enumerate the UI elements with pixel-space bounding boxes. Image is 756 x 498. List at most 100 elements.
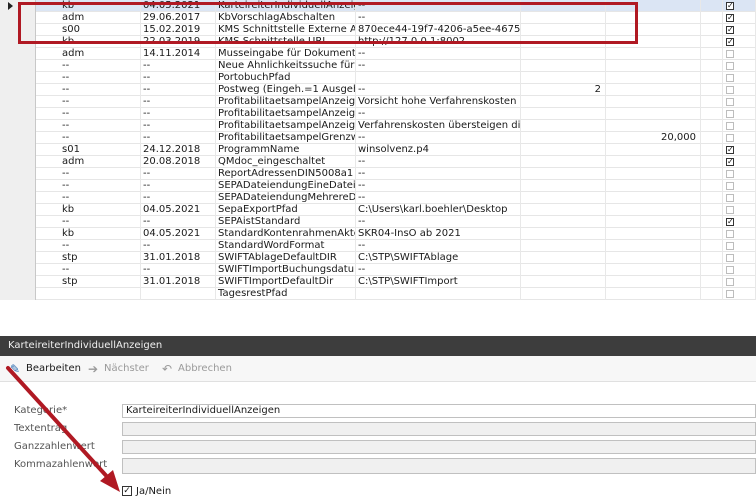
cell-text[interactable] <box>356 72 521 84</box>
cell-name[interactable]: SWIFTAblageDefaultDIR <box>216 252 356 264</box>
cell-empty[interactable] <box>701 144 723 156</box>
cell-date[interactable]: -- <box>141 60 216 72</box>
row-indicator[interactable] <box>0 108 36 120</box>
cell-name[interactable]: KarteireiterIndividuellAnzeigen <box>216 0 356 12</box>
cell-text[interactable]: Vorsicht hohe Verfahrenskosten <box>356 96 521 108</box>
cell-integer[interactable] <box>521 252 606 264</box>
check-icon[interactable]: ✓ <box>726 158 734 166</box>
cell-name[interactable]: PortobuchPfad <box>216 72 356 84</box>
checkbox[interactable] <box>726 74 734 82</box>
cell-integer[interactable] <box>521 12 606 24</box>
cell-boolean[interactable] <box>723 192 756 204</box>
cell-date[interactable]: 31.01.2018 <box>141 276 216 288</box>
row-indicator[interactable] <box>0 288 36 300</box>
cell-user[interactable]: -- <box>36 108 141 120</box>
cell-date[interactable]: -- <box>141 168 216 180</box>
cell-decimal[interactable] <box>606 168 701 180</box>
cell-name[interactable]: StandardWordFormat <box>216 240 356 252</box>
cell-text[interactable]: -- <box>356 240 521 252</box>
checkbox[interactable] <box>726 266 734 274</box>
cell-boolean[interactable] <box>723 96 756 108</box>
cell-boolean[interactable] <box>723 228 756 240</box>
cell-user[interactable]: kb <box>36 36 141 48</box>
cell-boolean[interactable]: ✓ <box>723 144 756 156</box>
cell-decimal[interactable] <box>606 24 701 36</box>
cell-name[interactable]: KMS Schnittstelle URL <box>216 36 356 48</box>
row-indicator[interactable] <box>0 228 36 240</box>
cell-user[interactable]: stp <box>36 252 141 264</box>
cell-text[interactable]: Verfahrenskosten übersteigen die <box>356 120 521 132</box>
cell-date[interactable]: -- <box>141 264 216 276</box>
cell-date[interactable]: -- <box>141 84 216 96</box>
cell-user[interactable]: -- <box>36 192 141 204</box>
row-indicator[interactable] <box>0 240 36 252</box>
category-field[interactable]: KarteireiterIndividuellAnzeigen <box>122 404 756 418</box>
edit-button[interactable]: ✎ Bearbeiten <box>8 361 81 377</box>
cell-name[interactable]: KMS Schnittstelle Externe An <box>216 24 356 36</box>
table-row[interactable]: -- -- StandardWordFormat -- <box>0 240 756 252</box>
checkbox[interactable] <box>726 230 734 238</box>
cell-name[interactable]: SEPADateiendungMehrereDa <box>216 192 356 204</box>
cell-empty[interactable] <box>701 36 723 48</box>
cell-integer[interactable] <box>521 60 606 72</box>
text-value-field[interactable] <box>122 422 756 436</box>
cell-integer[interactable] <box>521 264 606 276</box>
cell-user[interactable]: -- <box>36 240 141 252</box>
table-row[interactable]: TagesrestPfad <box>0 288 756 300</box>
cell-decimal[interactable] <box>606 264 701 276</box>
table-row[interactable]: -- -- Neue Ähnlichkeitssuche für K -- <box>0 60 756 72</box>
row-indicator[interactable] <box>0 60 36 72</box>
checkbox[interactable] <box>726 50 734 58</box>
table-row[interactable]: -- -- SEPADateiendungEineDatei -- <box>0 180 756 192</box>
cell-decimal[interactable] <box>606 228 701 240</box>
cell-text[interactable]: -- <box>356 108 521 120</box>
checkbox[interactable] <box>726 290 734 298</box>
row-indicator[interactable] <box>0 24 36 36</box>
cell-text[interactable]: -- <box>356 168 521 180</box>
cell-empty[interactable] <box>701 276 723 288</box>
yes-no-checkbox[interactable]: ✓ Ja/Nein <box>122 484 171 498</box>
cell-boolean[interactable] <box>723 48 756 60</box>
cell-empty[interactable] <box>701 156 723 168</box>
cell-boolean[interactable]: ✓ <box>723 36 756 48</box>
cell-user[interactable]: kb <box>36 204 141 216</box>
cell-integer[interactable] <box>521 276 606 288</box>
table-row[interactable]: -- -- ReportAdressenDIN5008a1 -- <box>0 168 756 180</box>
cell-date[interactable]: 24.12.2018 <box>141 144 216 156</box>
cell-integer[interactable] <box>521 240 606 252</box>
cell-user[interactable]: -- <box>36 84 141 96</box>
cell-name[interactable]: ReportAdressenDIN5008a1 <box>216 168 356 180</box>
cell-date[interactable]: 31.01.2018 <box>141 252 216 264</box>
checkbox[interactable] <box>726 122 734 130</box>
check-icon[interactable]: ✓ <box>726 14 734 22</box>
cell-boolean[interactable] <box>723 120 756 132</box>
table-row[interactable]: -- -- SEPAistStandard -- ✓ <box>0 216 756 228</box>
cell-text[interactable] <box>356 288 521 300</box>
cell-text[interactable]: -- <box>356 264 521 276</box>
cell-date[interactable]: -- <box>141 120 216 132</box>
cell-user[interactable]: stp <box>36 276 141 288</box>
cell-integer[interactable] <box>521 216 606 228</box>
row-indicator[interactable] <box>0 0 36 12</box>
check-icon[interactable]: ✓ <box>726 2 734 10</box>
row-indicator[interactable] <box>0 192 36 204</box>
cell-integer[interactable] <box>521 156 606 168</box>
next-button[interactable]: ➔ Nächster <box>86 361 149 377</box>
cell-decimal[interactable] <box>606 252 701 264</box>
cell-name[interactable]: SEPAistStandard <box>216 216 356 228</box>
checkbox[interactable] <box>726 242 734 250</box>
cell-name[interactable]: SEPADateiendungEineDatei <box>216 180 356 192</box>
cell-empty[interactable] <box>701 12 723 24</box>
checkbox[interactable] <box>726 134 734 142</box>
table-row[interactable]: -- -- ProfitabilitaetsampelAnzeigt Verfahre… <box>0 120 756 132</box>
cell-empty[interactable] <box>701 84 723 96</box>
row-indicator[interactable] <box>0 168 36 180</box>
table-row[interactable]: kb 04.05.2021 StandardKontenrahmenAkte SKR0… <box>0 228 756 240</box>
cell-name[interactable]: QMdoc_eingeschaltet <box>216 156 356 168</box>
cell-text[interactable]: -- <box>356 192 521 204</box>
table-row[interactable]: kb 04.05.2021 KarteireiterIndividuellAnzei… <box>0 0 756 12</box>
checkbox[interactable] <box>726 98 734 106</box>
cell-date[interactable]: -- <box>141 132 216 144</box>
row-indicator[interactable] <box>0 216 36 228</box>
cell-decimal[interactable] <box>606 36 701 48</box>
